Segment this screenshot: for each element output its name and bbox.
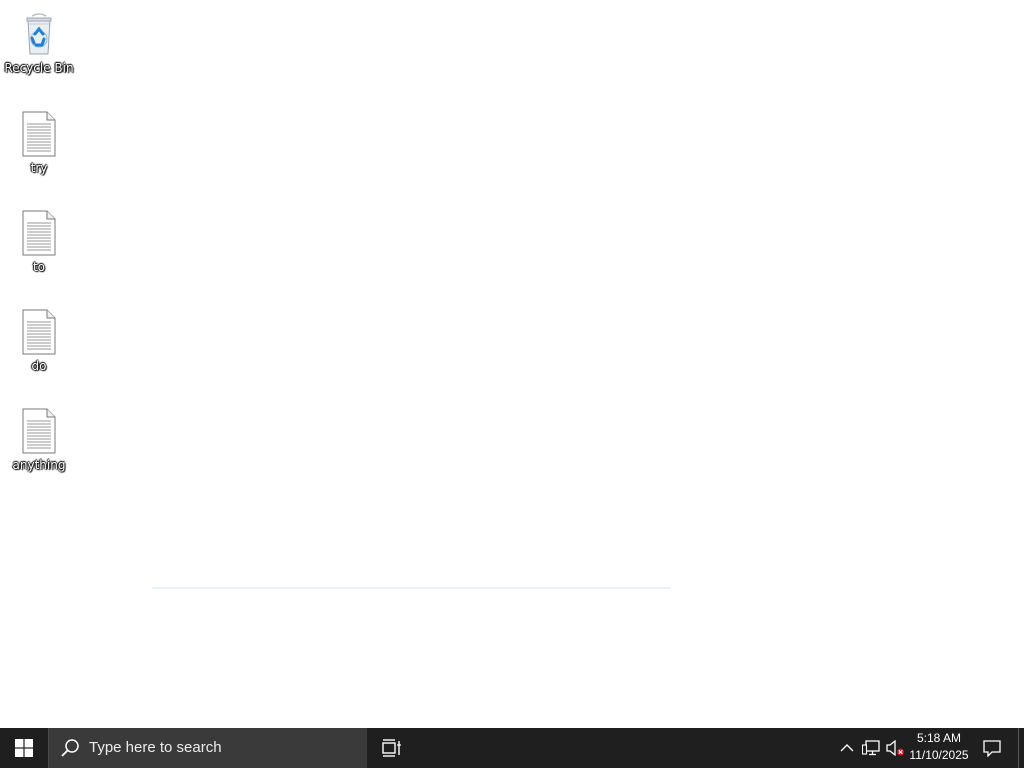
desktop-icon-label: anything [12, 458, 66, 472]
show-hidden-icons-button[interactable] [836, 728, 858, 768]
desktop-icon-to[interactable]: to [2, 203, 76, 295]
text-document-icon [22, 408, 56, 454]
volume-muted-icon [886, 740, 904, 756]
text-document-icon [22, 111, 56, 157]
desktop-icon-label: to [32, 260, 46, 274]
desktop-icon-anything[interactable]: anything [2, 401, 76, 493]
show-desktop-button[interactable] [1018, 728, 1024, 768]
windows-logo-icon [15, 739, 33, 757]
taskbar: Type here to search 5:18 AM 11/10/2025 [0, 728, 1024, 768]
network-button[interactable] [860, 728, 882, 768]
desktop-icon-do[interactable]: do [2, 302, 76, 394]
action-center-button[interactable] [976, 728, 1008, 768]
desktop-icon-label: try [30, 161, 48, 175]
search-placeholder: Type here to search [89, 739, 222, 756]
clock-time: 5:18 AM [916, 731, 962, 745]
desktop-icon-recycle-bin[interactable]: Recycle Bin [2, 4, 76, 96]
desktop-icon-try[interactable]: try [2, 104, 76, 196]
taskbar-search-box[interactable]: Type here to search [48, 728, 367, 768]
network-icon [862, 740, 880, 756]
recycle-bin-icon [26, 13, 52, 55]
selection-remnant-line [152, 587, 671, 589]
desktop-icon-label: do [31, 359, 47, 373]
desktop: Recycle Bin try to do anything [0, 0, 1024, 728]
text-document-icon [22, 210, 56, 256]
chevron-up-icon [840, 744, 854, 752]
taskbar-clock[interactable]: 5:18 AM 11/10/2025 [906, 728, 972, 768]
clock-date: 11/10/2025 [909, 748, 969, 762]
desktop-icon-label: Recycle Bin [4, 61, 74, 75]
search-icon [61, 739, 79, 757]
task-view-icon [382, 739, 401, 757]
task-view-button[interactable] [368, 728, 416, 768]
text-document-icon [22, 309, 56, 355]
volume-button[interactable] [884, 728, 906, 768]
action-center-icon [983, 739, 1001, 757]
start-button[interactable] [0, 728, 48, 768]
